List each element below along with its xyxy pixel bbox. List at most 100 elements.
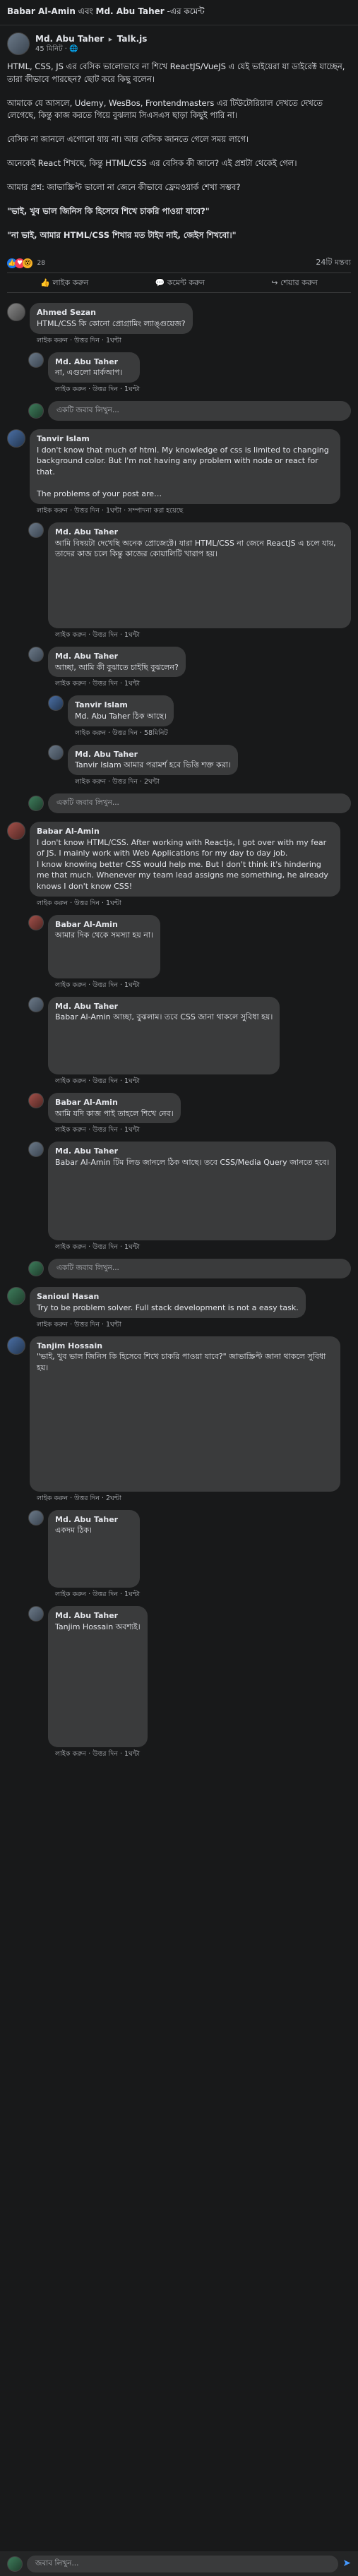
post-header: Md. Abu Taher ▸ Talk.js 45 মিনিট · 🌐 [7, 32, 351, 55]
comment-actions[interactable]: লাইক করুন · উত্তর দিন · 1ঘন্টা [55, 679, 186, 688]
comment-reply: Md. Abu Taher Babar Al-Amin টিম লিড জানলে… [28, 1142, 351, 1252]
comment-text: Babar Al-Amin টিম লিড জানলে ঠিক আছে। তবে… [55, 1157, 330, 1167]
comment-actions[interactable]: লাইক করুন · উত্তর দিন · 1ঘন্টা [55, 1077, 280, 1086]
comment-author[interactable]: Md. Abu Taher [55, 1514, 133, 1526]
comment-text: না, এগুলো মার্কআপ। [55, 368, 123, 378]
reply-input[interactable]: একটি জবাব লিখুন... [48, 1259, 351, 1279]
comment: Sanioul Hasan Try to be problem solver. F… [7, 1287, 351, 1329]
avatar[interactable] [7, 303, 25, 322]
avatar[interactable] [7, 1336, 25, 1355]
post-author[interactable]: Md. Abu Taher [35, 34, 104, 44]
comment-text: Tanvir Islam আমার পরামর্শ হবে ভিত্তি শক্… [75, 760, 231, 770]
header-mid: এবং [78, 6, 93, 16]
comment-author[interactable]: Tanjim Hossain [37, 1341, 333, 1352]
post-group[interactable]: Talk.js [117, 34, 148, 44]
post-time[interactable]: 45 মিনিট · [35, 45, 69, 53]
comment-reply: Md. Abu Taher আচ্ছা, আমি কী বুঝাতে চাইছি … [28, 647, 351, 688]
reply-input[interactable]: একটি জবাব লিখুন... [48, 793, 351, 813]
comment-actions[interactable]: লাইক করুন · উত্তর দিন · 2ঘন্টা [37, 1494, 340, 1503]
comment-actions[interactable]: লাইক করুন · উত্তর দিন · 2ঘন্টা [75, 777, 238, 786]
comment-author[interactable]: Ahmed Sezan [37, 307, 186, 318]
comment-text: "ভাই, খুব ভাল জিনিস কি হিসেবে শিখে চাকরি… [37, 1352, 326, 1372]
send-icon[interactable]: ➤ [342, 2557, 351, 2570]
comment-author[interactable]: Md. Abu Taher [55, 1001, 273, 1012]
comment-icon: 💬 [155, 278, 167, 288]
author-avatar[interactable] [7, 32, 30, 55]
avatar[interactable] [28, 1605, 44, 1622]
comment-text: HTML/CSS কি কোনো প্রোগ্রামিং ল্যাঙ্গুয়ে… [37, 319, 186, 329]
post-actions: 👍 লাইক করুন 💬 কমেন্ট করুন ↪ শেয়ার করুন [7, 273, 351, 294]
comment-actions[interactable]: লাইক করুন · উত্তর দিন · 1ঘন্টা [37, 899, 340, 908]
comment-author[interactable]: Tanvir Islam [75, 700, 167, 711]
avatar[interactable] [7, 822, 25, 840]
notification-header: Babar Al-Amin এবং Md. Abu Taher -এর কমেন… [0, 0, 358, 25]
comment-text: আমার দিক থেকে সমস্যা হয় না। [55, 930, 153, 940]
comment-actions[interactable]: লাইক করুন · উত্তর দিন · 1ঘন্টা [55, 385, 140, 394]
comment-author[interactable]: Babar Al-Amin [37, 826, 333, 837]
avatar[interactable] [7, 1287, 25, 1306]
avatar[interactable] [28, 996, 44, 1012]
comment-reply: Md. Abu Taher Babar Al-Amin আচ্ছা, বুঝলাম… [28, 996, 351, 1086]
reaction-summary[interactable]: 👍♥ 😮 28 24টি মন্তব্য [7, 253, 351, 274]
avatar[interactable] [28, 1092, 44, 1108]
comment-button[interactable]: 💬 কমেন্ট করুন [155, 277, 205, 288]
avatar[interactable] [48, 744, 64, 760]
comment-text: Babar Al-Amin আচ্ছা, বুঝলাম। তবে CSS জান… [55, 1012, 273, 1022]
avatar[interactable] [28, 1142, 44, 1158]
avatar[interactable] [28, 522, 44, 538]
reply-input[interactable]: একটি জবাব লিখুন... [48, 401, 351, 421]
comment-author[interactable]: Tanvir Islam [37, 433, 333, 445]
comment-author[interactable]: Md. Abu Taher [55, 1146, 329, 1157]
share-button[interactable]: ↪ শেয়ার করুন [271, 277, 318, 288]
comment-count[interactable]: 24টি মন্তব্য [316, 257, 351, 268]
comment-author[interactable]: Babar Al-Amin [55, 919, 153, 930]
comment-author[interactable]: Md. Abu Taher [55, 1610, 141, 1622]
avatar[interactable] [48, 695, 64, 712]
comment-actions[interactable]: লাইক করুন · উত্তর দিন · 1ঘন্টা [55, 1125, 181, 1134]
comment-author[interactable]: Md. Abu Taher [55, 357, 133, 368]
comment-reply: Babar Al-Amin আমি যদি কাজ পাই তাহলে শিখে … [28, 1092, 351, 1134]
comment-text: একদম ঠিক। [55, 1526, 93, 1535]
comment-reply: Md. Abu Taher Tanvir Islam আমার পরামর্শ হ… [48, 744, 351, 786]
avatar[interactable] [28, 647, 44, 663]
comment-actions[interactable]: লাইক করুন · উত্তর দিন · 58মিনিট [75, 729, 174, 738]
comment-input[interactable]: জবাব লিখুন... [27, 2555, 339, 2572]
comment-author[interactable]: Babar Al-Amin [55, 1097, 174, 1108]
arrow-right-icon: ▸ [108, 34, 113, 44]
avatar[interactable] [28, 352, 44, 368]
comment-author[interactable]: Md. Abu Taher [55, 651, 179, 662]
avatar[interactable] [28, 914, 44, 930]
comment-actions[interactable]: লাইক করুন · উত্তর দিন · 1ঘন্টা [55, 1749, 148, 1759]
reply-composer: একটি জবাব লিখুন... [28, 401, 351, 421]
comment-actions[interactable]: লাইক করুন · উত্তর দিন · 1ঘন্টা [37, 336, 193, 345]
comment: Tanjim Hossain "ভাই, খুব ভাল জিনিস কি হিস… [7, 1336, 351, 1503]
comment-actions[interactable]: লাইক করুন · উত্তর দিন · 1ঘন্টা [55, 981, 160, 990]
avatar[interactable] [7, 429, 25, 448]
comment: Ahmed Sezan HTML/CSS কি কোনো প্রোগ্রামিং … [7, 303, 351, 345]
reply-composer: একটি জবাব লিখুন... [28, 1259, 351, 1279]
post-paragraph: অনেকেই React শিখছে, কিন্তু HTML/CSS এর ব… [7, 158, 297, 169]
comment-text: I don't know that much of html. My knowl… [37, 445, 329, 499]
comment-author[interactable]: Sanioul Hasan [37, 1291, 299, 1302]
like-button[interactable]: 👍 লাইক করুন [40, 277, 88, 288]
comment-actions[interactable]: লাইক করুন · উত্তর দিন · 1ঘন্টা [55, 1590, 140, 1599]
comment-reply: Md. Abu Taher একদম ঠিক। লাইক করুন · উত্তর… [28, 1509, 351, 1599]
reply-composer: একটি জবাব লিখুন... [28, 793, 351, 813]
comment-reply: Md. Abu Taher না, এগুলো মার্কআপ। লাইক করু… [28, 352, 351, 394]
comment-text: আচ্ছা, আমি কী বুঝাতে চাইছি বুঝলেন? [55, 662, 179, 672]
comment-actions[interactable]: লাইক করুন · উত্তর দিন · 1ঘন্টা [55, 1242, 336, 1252]
comment-actions[interactable]: লাইক করুন · উত্তর দিন · 1ঘন্টা · সম্পাদন… [37, 506, 340, 515]
comment-author[interactable]: Md. Abu Taher [75, 749, 231, 760]
avatar[interactable] [28, 1509, 44, 1526]
comment-section: Ahmed Sezan HTML/CSS কি কোনো প্রোগ্রামিং … [0, 297, 358, 1771]
avatar [28, 796, 44, 811]
post-body: HTML, CSS, JS এর বেসিক ভালোভাবে না শিখে … [7, 61, 351, 241]
comment-author[interactable]: Md. Abu Taher [55, 527, 344, 538]
comment-actions[interactable]: লাইক করুন · উত্তর দিন · 1ঘন্টা [37, 1320, 306, 1329]
post-paragraph: আমার প্রশ্ন: জাভাস্ক্রিপ্ট ভালো না জেনে … [7, 181, 241, 192]
comment-actions[interactable]: লাইক করুন · উত্তর দিন · 1ঘন্টা [55, 630, 351, 640]
post-quote: "না ভাই, আমার HTML/CSS শিখার মত টাইম নাই… [7, 229, 237, 240]
avatar [28, 1261, 44, 1277]
post-quote: "ভাই, খুব ভাল জিনিস কি হিসেবে শিখে চাকরি… [7, 205, 210, 216]
post-paragraph: HTML, CSS, JS এর বেসিক ভালোভাবে না শিখে … [7, 61, 345, 84]
